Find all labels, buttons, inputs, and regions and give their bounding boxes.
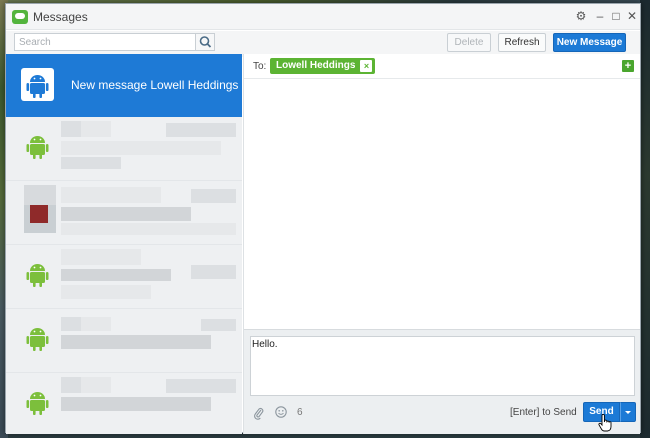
avatar — [21, 385, 54, 418]
blurred-content — [81, 377, 111, 393]
blurred-content — [61, 121, 81, 137]
hand-cursor-icon — [598, 414, 612, 432]
avatar — [21, 68, 54, 101]
message-history — [244, 80, 640, 329]
blurred-content — [81, 317, 111, 331]
search-input[interactable] — [15, 34, 195, 50]
conversation-item[interactable] — [6, 309, 242, 373]
blurred-content — [166, 379, 236, 393]
contact-photo — [24, 185, 56, 233]
blurred-content — [191, 189, 236, 203]
remove-recipient-button[interactable]: × — [360, 60, 373, 72]
delete-button[interactable]: Delete — [447, 33, 491, 52]
blurred-content — [61, 377, 81, 393]
chevron-down-icon — [625, 411, 631, 414]
blurred-content — [61, 187, 161, 203]
blurred-content — [61, 141, 221, 155]
conversation-item[interactable] — [6, 117, 242, 181]
recipient-row: To: Lowell Heddings × + — [244, 54, 640, 79]
conversation-item[interactable] — [6, 373, 242, 434]
search-icon — [199, 36, 212, 48]
gear-icon[interactable]: ⚙ — [574, 8, 588, 24]
blurred-content — [61, 269, 171, 281]
message-pane: To: Lowell Heddings × + Hello. 6 [Enter]… — [243, 54, 640, 434]
search-button[interactable] — [195, 34, 214, 50]
android-icon — [26, 392, 49, 415]
enter-to-send-hint: [Enter] to Send — [510, 407, 577, 418]
recipient-name: Lowell Heddings — [276, 60, 356, 71]
avatar — [21, 129, 54, 162]
android-icon — [26, 75, 49, 98]
avatar — [21, 321, 54, 354]
conversation-label: New message Lowell Heddings — [71, 78, 239, 92]
blurred-content — [61, 223, 236, 235]
blurred-content — [61, 207, 191, 221]
android-icon — [26, 264, 49, 287]
recipient-chip[interactable]: Lowell Heddings × — [270, 58, 376, 74]
blurred-content — [61, 285, 151, 299]
blurred-content — [61, 317, 81, 331]
close-button[interactable]: ✕ — [625, 8, 639, 24]
compose-area: Hello. 6 [Enter] to Send Send — [244, 329, 640, 434]
conversation-item[interactable] — [6, 245, 242, 309]
search-box — [14, 33, 215, 51]
blurred-content — [201, 319, 236, 331]
blurred-content — [61, 249, 141, 265]
android-icon — [26, 136, 49, 159]
send-options-button[interactable] — [620, 402, 636, 422]
title-bar: Messages ⚙ – □ ✕ — [6, 4, 640, 30]
to-label: To: — [253, 61, 267, 72]
blurred-content — [61, 397, 211, 411]
character-count: 6 — [297, 407, 303, 418]
message-input[interactable]: Hello. — [250, 336, 635, 396]
smiley-icon[interactable] — [275, 406, 287, 418]
new-message-button[interactable]: New Message — [553, 33, 626, 52]
blurred-content — [61, 335, 211, 349]
desktop-background-right — [640, 0, 650, 438]
conversation-list: New message Lowell Heddings — [6, 54, 242, 434]
conversation-item-new-message[interactable]: New message Lowell Heddings — [6, 54, 242, 117]
conversation-item[interactable] — [6, 181, 242, 245]
paperclip-icon[interactable] — [254, 407, 264, 420]
maximize-button[interactable]: □ — [609, 8, 623, 24]
avatar — [21, 257, 54, 290]
add-recipient-button[interactable]: + — [622, 60, 634, 72]
messages-window: Messages ⚙ – □ ✕ Delete Refresh New Mess… — [5, 3, 641, 434]
minimize-button[interactable]: – — [593, 8, 607, 24]
refresh-button[interactable]: Refresh — [498, 33, 546, 52]
messages-app-icon — [12, 10, 28, 24]
blurred-content — [191, 265, 236, 279]
window-title: Messages — [33, 10, 88, 24]
blurred-content — [81, 121, 111, 137]
blurred-content — [166, 123, 236, 137]
blurred-content — [61, 157, 121, 169]
android-icon — [26, 328, 49, 351]
